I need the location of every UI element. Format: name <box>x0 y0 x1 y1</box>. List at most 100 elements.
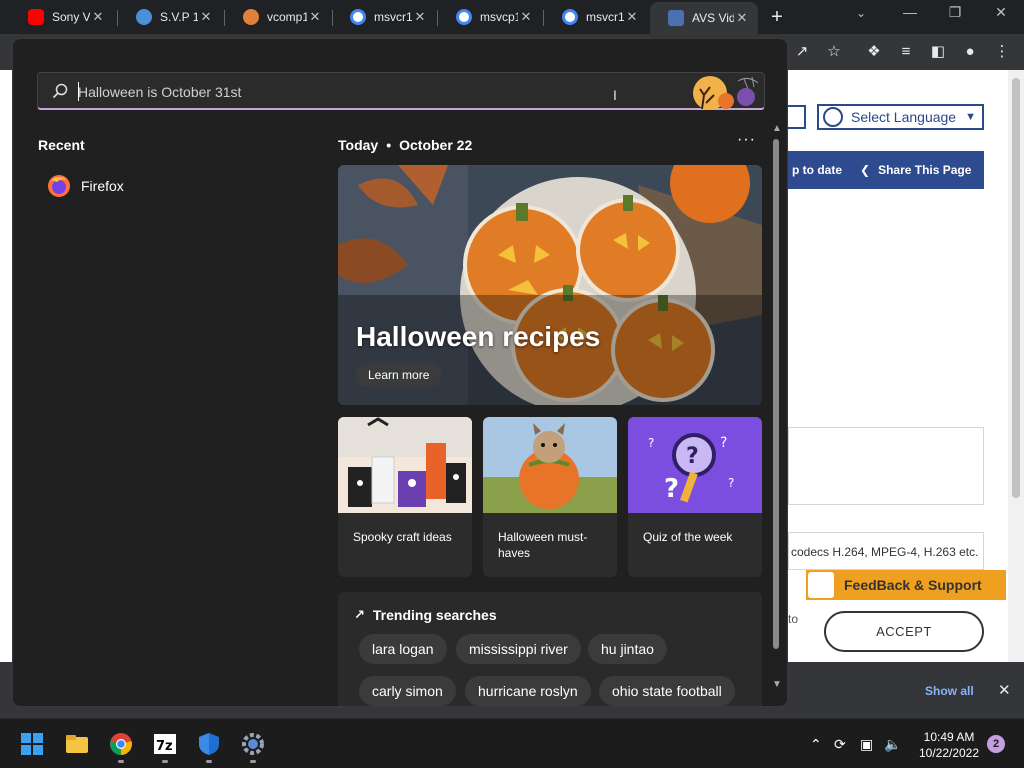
window-close-icon[interactable]: ✕ <box>986 4 1016 21</box>
reading-list-icon[interactable]: ≡ <box>896 42 916 62</box>
chrome-running-indicator <box>118 760 124 763</box>
svg-text:?: ? <box>686 444 699 469</box>
share-bar: p to date ❮ Share This Page <box>788 151 984 189</box>
svg-text:?: ? <box>720 435 727 451</box>
recent-item-firefox[interactable]: Firefox <box>47 174 124 198</box>
new-tab-button[interactable]: + <box>766 6 788 29</box>
sync-icon[interactable]: ⟳ <box>834 736 846 753</box>
profile-avatar-icon[interactable]: ● <box>960 42 980 62</box>
card-quiz-of-the-week[interactable]: ? ? ? ? ? Quiz of the week <box>628 417 762 577</box>
notification-badge[interactable]: 2 <box>987 735 1005 753</box>
show-all-downloads-link[interactable]: Show all <box>925 684 974 698</box>
file-explorer-icon[interactable] <box>65 732 89 756</box>
panel-scrollbar-thumb[interactable] <box>773 139 779 649</box>
site-search-icon[interactable] <box>788 105 806 129</box>
share-page-label: Share This Page <box>878 163 972 177</box>
search-input[interactable]: Halloween is October 31st <box>78 84 241 100</box>
tab-close-icon[interactable]: ✕ <box>90 9 106 25</box>
svg-text:7z: 7z <box>156 739 173 754</box>
minimize-icon[interactable]: — <box>895 4 925 20</box>
tab-label: AVS Vid <box>692 11 734 25</box>
google-icon <box>456 9 472 25</box>
globe-icon <box>823 107 843 127</box>
svg-text:?: ? <box>728 476 734 490</box>
tab-search-chevron-icon[interactable]: ⌄ <box>856 6 866 20</box>
security-running-indicator <box>206 760 212 763</box>
card-spooky-craft-ideas[interactable]: Spooky craft ideas <box>338 417 472 577</box>
tab-close-icon[interactable]: ✕ <box>518 9 534 25</box>
panel-scrollbar[interactable]: ▲ ▼ <box>771 123 783 693</box>
system-clock[interactable]: 10:49 AM 10/22/2022 <box>916 729 982 761</box>
scroll-down-icon[interactable]: ▼ <box>772 679 782 690</box>
card-label: Halloween must-haves <box>498 530 588 560</box>
bookmark-star-icon[interactable]: ☆ <box>824 42 844 62</box>
trending-chip[interactable]: carly simon <box>359 676 456 706</box>
tab-close-icon[interactable]: ✕ <box>734 10 750 26</box>
windows-start-icon[interactable] <box>20 732 44 756</box>
language-select[interactable]: Select Language ▼ <box>817 104 984 130</box>
card-label: Spooky craft ideas <box>353 530 452 544</box>
settings-running-indicator <box>250 760 256 763</box>
browser-tab-2[interactable]: S.V.P 13 ✕ <box>118 4 222 30</box>
show-hidden-icons-chevron-icon[interactable]: ⌃ <box>810 736 822 753</box>
browser-tab-7-active[interactable]: AVS Vid ✕ <box>650 2 758 34</box>
search-icon <box>52 83 68 99</box>
separator-dot: • <box>386 137 392 153</box>
tab-close-icon[interactable]: ✕ <box>412 9 428 25</box>
trending-heading: ↗ Trending searches <box>354 607 497 623</box>
chrome-menu-icon[interactable]: ⋮ <box>992 42 1012 62</box>
search-box[interactable]: Halloween is October 31st I <box>37 72 765 110</box>
trending-chip[interactable]: hu jintao <box>588 634 667 664</box>
trending-chip[interactable]: mississippi river <box>456 634 581 664</box>
page-scrollbar-thumb[interactable] <box>1012 78 1020 498</box>
settings-icon[interactable] <box>241 732 265 756</box>
download-bar-close-icon[interactable]: ✕ <box>998 681 1011 699</box>
feedback-icon <box>808 572 834 598</box>
share-icon[interactable]: ↗ <box>792 42 812 62</box>
tab-label: msvcp1 <box>480 10 518 24</box>
trending-chip[interactable]: hurricane roslyn <box>465 676 591 706</box>
text-cursor-ibeam-icon: I <box>613 87 617 103</box>
restore-icon[interactable]: ❐ <box>940 4 970 21</box>
tab-close-icon[interactable]: ✕ <box>307 9 323 25</box>
gear-sun-icon <box>243 9 259 25</box>
tab-close-icon[interactable]: ✕ <box>198 9 214 25</box>
windows-security-icon[interactable] <box>197 732 221 756</box>
google-icon <box>562 9 578 25</box>
browser-tab-1[interactable]: Sony Ve ✕ <box>10 4 114 30</box>
browser-tab-6[interactable]: msvcr1 ✕ <box>544 4 648 30</box>
more-options-icon[interactable]: ··· <box>737 131 756 149</box>
chrome-icon[interactable] <box>109 732 133 756</box>
content-box <box>788 427 984 505</box>
firefox-icon <box>48 175 70 197</box>
browser-tab-3[interactable]: vcomp1 ✕ <box>225 4 331 30</box>
volume-icon[interactable]: 🔈 <box>884 736 901 753</box>
extensions-puzzle-icon[interactable]: ❖ <box>864 42 884 62</box>
card-halloween-must-haves[interactable]: Halloween must-haves <box>483 417 617 577</box>
side-panel-icon[interactable]: ◧ <box>928 42 948 62</box>
browser-tab-5[interactable]: msvcp1 ✕ <box>438 4 542 30</box>
tab-label: vcomp1 <box>267 10 307 24</box>
learn-more-button[interactable]: Learn more <box>355 363 443 387</box>
up-to-date-link[interactable]: p to date <box>792 163 842 177</box>
trending-chip[interactable]: ohio state football <box>599 676 735 706</box>
network-icon[interactable]: ▣ <box>860 736 873 753</box>
share-page-button[interactable]: ❮ Share This Page <box>860 163 971 177</box>
scroll-up-icon[interactable]: ▲ <box>772 123 782 134</box>
youtube-icon <box>28 9 44 25</box>
accept-cookies-button[interactable]: ACCEPT <box>824 611 984 652</box>
svg-text:?: ? <box>648 436 654 450</box>
trending-chip[interactable]: lara logan <box>359 634 447 664</box>
feedback-support-button[interactable]: FeedBack & Support <box>806 570 1006 600</box>
clock-time: 10:49 AM <box>923 730 975 744</box>
7zip-icon[interactable]: 7z <box>153 732 177 756</box>
card-label: Quiz of the week <box>643 530 733 544</box>
trending-searches-panel: ↗ Trending searches lara logan mississip… <box>338 592 762 706</box>
page-scrollbar[interactable] <box>1008 70 1024 662</box>
avs-icon <box>668 10 684 26</box>
hero-card-halloween-recipes[interactable]: Halloween recipes Learn more <box>338 165 762 405</box>
tab-close-icon[interactable]: ✕ <box>624 9 640 25</box>
cookie-notice-text: to <box>788 612 799 626</box>
feedback-label: FeedBack & Support <box>844 577 982 593</box>
browser-tab-4[interactable]: msvcr1 ✕ <box>332 4 436 30</box>
